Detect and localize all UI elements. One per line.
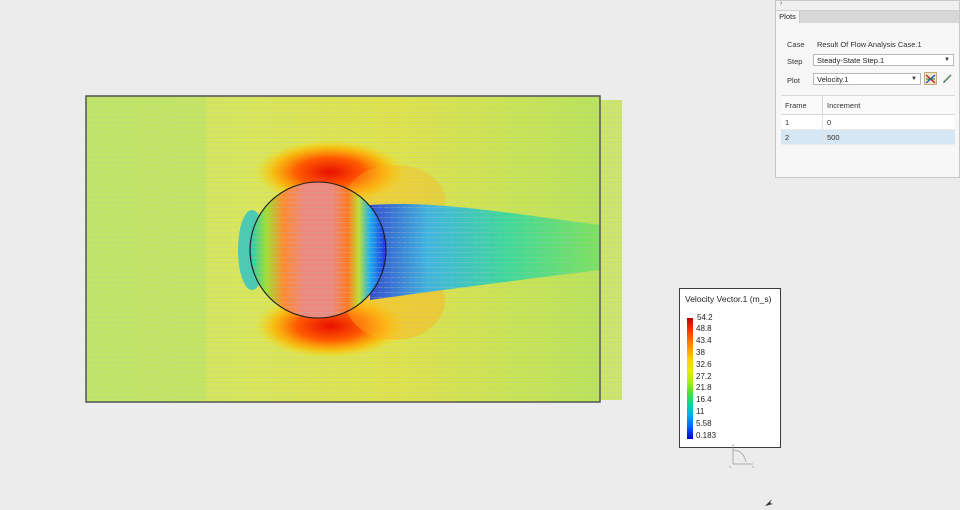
- panel-header: ›: [776, 0, 959, 11]
- tab-plots[interactable]: Plots: [776, 11, 800, 23]
- plots-panel-body: Case Result Of Flow Analysis Case.1 Step…: [776, 23, 959, 177]
- legend-tick: 21.8: [696, 383, 712, 392]
- velocity-legend[interactable]: Velocity Vector.1 (m_s) 54.2 48.8 43.4 3…: [679, 288, 781, 448]
- legend-color-bar: [687, 318, 693, 439]
- frame-cell: 1: [781, 114, 823, 130]
- frame-cell: 2: [781, 129, 823, 145]
- step-label: Step: [787, 57, 803, 66]
- legend-tick: 38: [696, 348, 705, 357]
- column-header-increment[interactable]: Increment: [822, 95, 955, 115]
- chevron-right-icon[interactable]: ›: [780, 0, 782, 7]
- plot-value: Velocity.1: [817, 75, 849, 84]
- step-row: Step Steady-State Step.1 ▼: [776, 54, 959, 67]
- legend-tick: 54.2: [697, 313, 713, 322]
- legend-tick: 0.183: [696, 431, 717, 440]
- step-value: Steady-State Step.1: [817, 56, 885, 65]
- table-row[interactable]: 1 0: [781, 114, 955, 130]
- legend-tick: 5.58: [696, 419, 712, 428]
- step-dropdown[interactable]: Steady-State Step.1 ▼: [813, 54, 954, 66]
- case-row: Case Result Of Flow Analysis Case.1: [776, 37, 959, 50]
- legend-tick: 43.4: [696, 336, 712, 345]
- frames-table: Frame Increment 1 0 2 500: [781, 95, 955, 145]
- axis-triad-icon: o x: [729, 444, 754, 469]
- dropdown-arrow-icon: ▼: [944, 57, 950, 63]
- mouse-pointer-icon: [765, 499, 773, 506]
- plot-dropdown[interactable]: Velocity.1 ▼: [813, 73, 921, 85]
- case-label: Case: [787, 40, 805, 49]
- dropdown-arrow-icon: ▼: [911, 76, 917, 82]
- increment-cell: 500: [822, 129, 955, 145]
- plots-panel: › Plots Case Result Of Flow Analysis Cas…: [775, 0, 960, 178]
- legend-tick: 11: [696, 407, 705, 416]
- plot-label: Plot: [787, 76, 800, 85]
- increment-cell: 0: [822, 114, 955, 130]
- color-plot-icon[interactable]: [924, 72, 937, 85]
- plot-row: Plot Velocity.1 ▼: [776, 72, 959, 86]
- legend-tick: 27.2: [696, 372, 712, 381]
- column-header-frame[interactable]: Frame: [781, 95, 823, 115]
- table-row-selected[interactable]: 2 500: [781, 129, 955, 145]
- legend-tick: 32.6: [696, 360, 712, 369]
- case-value: Result Of Flow Analysis Case.1: [817, 40, 922, 49]
- svg-text:o: o: [729, 464, 732, 469]
- legend-title: Velocity Vector.1 (m_s): [685, 294, 772, 304]
- pencil-icon[interactable]: [941, 72, 954, 85]
- svg-text:x: x: [752, 464, 754, 469]
- legend-tick: 16.4: [696, 395, 712, 404]
- legend-tick: 48.8: [696, 324, 712, 333]
